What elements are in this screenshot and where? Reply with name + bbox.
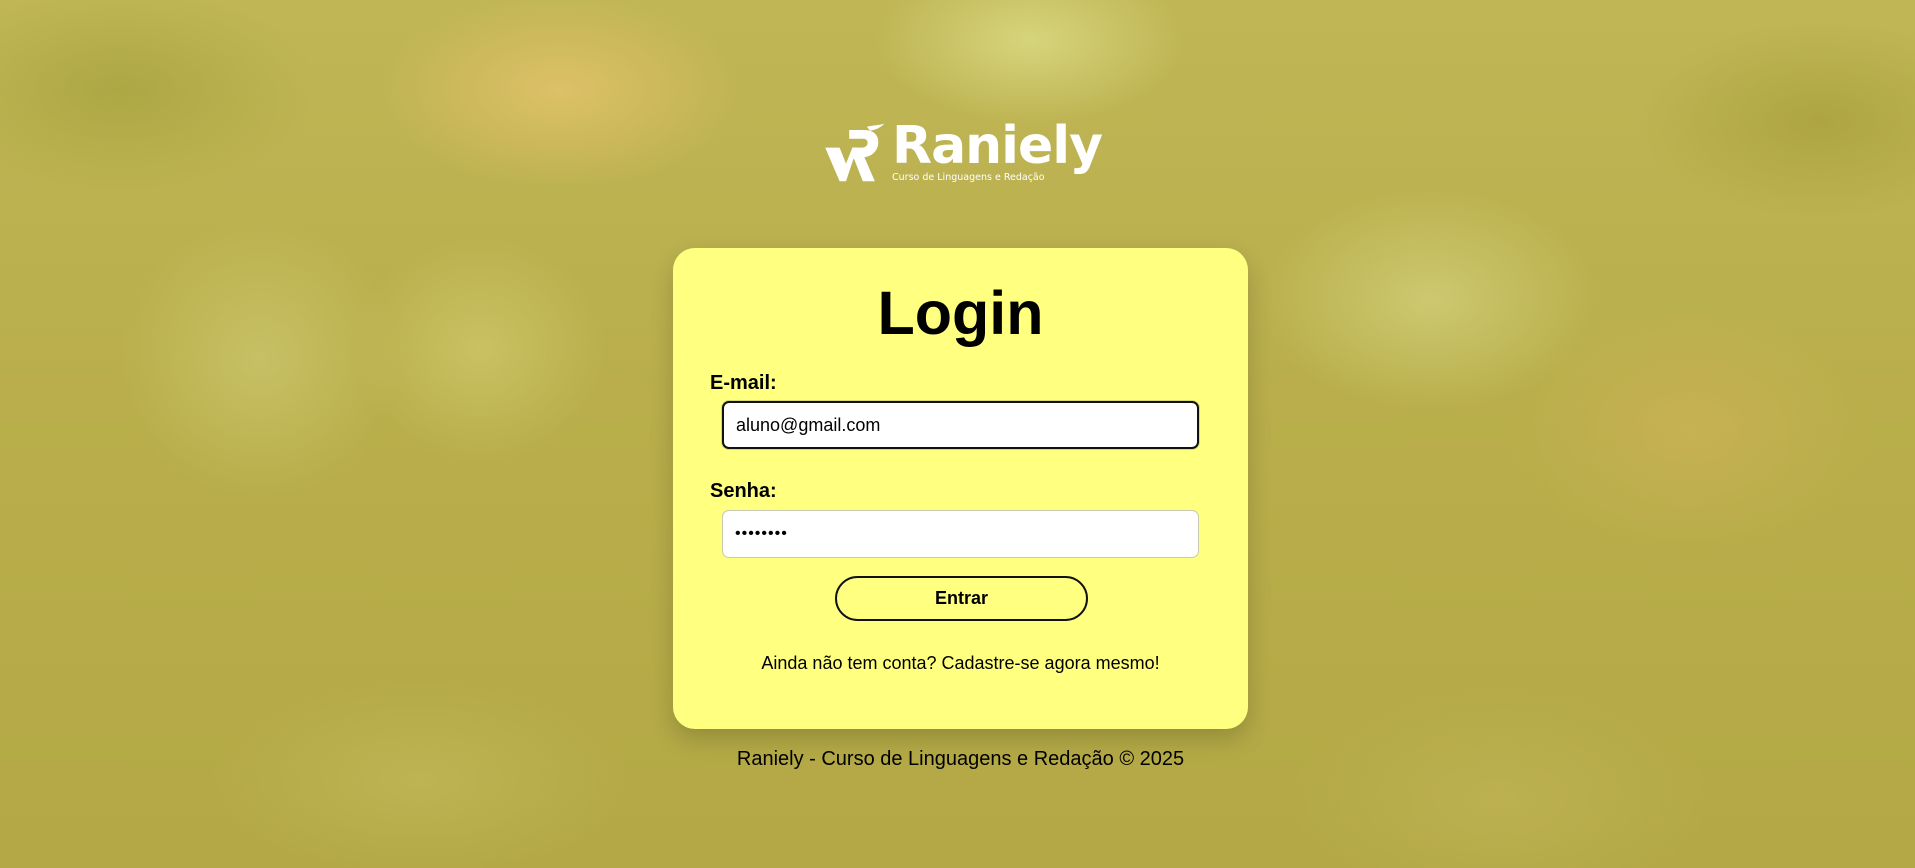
brand-logo-mark-icon — [825, 123, 885, 182]
brand-wordmark: Raniely Curso de Linguagens e Redação — [892, 116, 1103, 192]
login-submit-button[interactable]: Entrar — [835, 576, 1088, 621]
email-label: E-mail: — [710, 372, 777, 394]
email-field-value: aluno@gmail.com — [736, 414, 881, 435]
brand-logo: Raniely Curso de Linguagens e Redação — [822, 114, 1103, 194]
login-card: Login E-mail: aluno@gmail.com Senha: •••… — [673, 248, 1248, 729]
password-field[interactable]: •••••••• — [722, 510, 1199, 558]
footer-copyright: Raniely - Curso de Linguagens e Redação … — [736, 748, 1185, 770]
password-label: Senha: — [710, 480, 777, 502]
email-field[interactable]: aluno@gmail.com — [722, 401, 1199, 449]
brand-name: Raniely — [892, 116, 1103, 176]
login-title: Login — [877, 279, 1044, 347]
password-field-value: •••••••• — [735, 525, 788, 542]
signup-link[interactable]: Ainda não tem conta? Cadastre-se agora m… — [673, 653, 1248, 674]
